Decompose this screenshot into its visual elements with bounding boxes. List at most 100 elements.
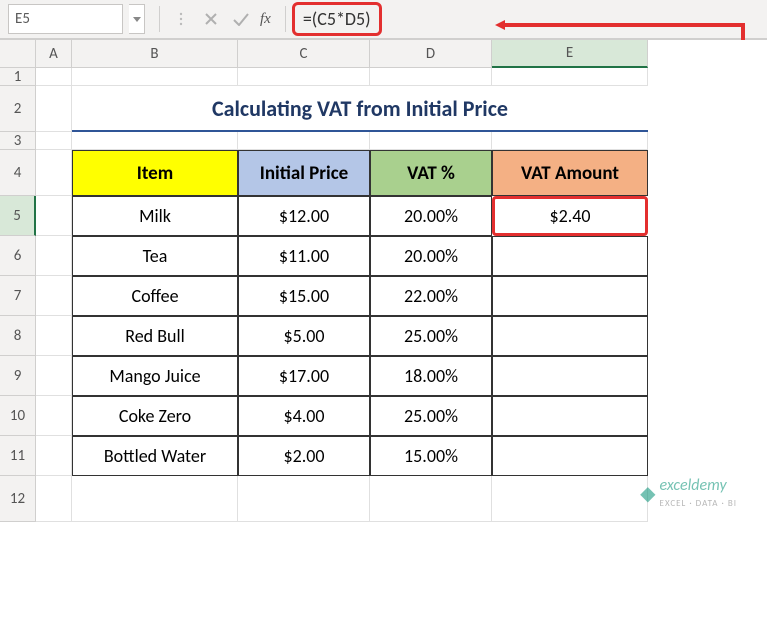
chevron-down-icon [133,17,141,22]
cell[interactable] [492,132,648,150]
divider [285,6,286,32]
col-header-C[interactable]: C [238,40,370,68]
row-7: 7 Coffee $15.00 22.00% [0,276,767,316]
cell[interactable] [238,68,370,86]
cell[interactable] [72,476,238,522]
cell[interactable] [36,86,72,132]
cell[interactable] [370,476,492,522]
row-9: 9 Mango Juice $17.00 18.00% [0,356,767,396]
row-header-11[interactable]: 11 [0,436,36,476]
formula-bar: E5 fx =(C5*D5) [0,0,767,40]
data-item[interactable]: Red Bull [72,316,238,356]
data-price[interactable]: $15.00 [238,276,370,316]
data-price[interactable]: $12.00 [238,196,370,236]
title-cell[interactable]: Calculating VAT from Initial Price [72,86,648,132]
watermark-tagline: EXCEL · DATA · BI [660,498,737,509]
cell[interactable] [370,132,492,150]
formula-input[interactable]: =(C5*D5) [292,2,382,36]
cell[interactable] [36,436,72,476]
data-price[interactable]: $17.00 [238,356,370,396]
cell[interactable] [238,132,370,150]
data-amount[interactable] [492,276,648,316]
cell[interactable] [36,68,72,86]
watermark-logo-icon: ◆ [640,481,655,506]
fx-label[interactable]: fx [260,11,271,28]
data-vat[interactable]: 15.00% [370,436,492,476]
name-box[interactable]: E5 [8,4,123,34]
header-amount[interactable]: VAT Amount [492,150,648,196]
cancel-icon[interactable] [196,4,226,34]
data-item[interactable]: Tea [72,236,238,276]
cell[interactable] [238,476,370,522]
col-header-A[interactable]: A [36,40,72,68]
cell[interactable] [36,196,72,236]
data-amount[interactable] [492,436,648,476]
data-amount[interactable] [492,316,648,356]
col-header-D[interactable]: D [370,40,492,68]
data-price[interactable]: $11.00 [238,236,370,276]
row-header-2[interactable]: 2 [0,86,36,132]
cell[interactable] [36,356,72,396]
divider [159,6,160,32]
cell[interactable] [36,316,72,356]
data-item[interactable]: Mango Juice [72,356,238,396]
col-header-B[interactable]: B [72,40,238,68]
cell[interactable] [36,236,72,276]
row-10: 10 Coke Zero $4.00 25.00% [0,396,767,436]
data-amount[interactable] [492,356,648,396]
data-vat[interactable]: 22.00% [370,276,492,316]
row-header-8[interactable]: 8 [0,316,36,356]
cell[interactable] [72,68,238,86]
header-vat[interactable]: VAT % [370,150,492,196]
row-header-6[interactable]: 6 [0,236,36,276]
name-box-dropdown[interactable] [129,4,145,34]
data-amount[interactable] [492,236,648,276]
cell[interactable] [492,476,648,522]
row-header-9[interactable]: 9 [0,356,36,396]
row-header-12[interactable]: 12 [0,476,36,522]
data-price[interactable]: $5.00 [238,316,370,356]
row-4-headers: 4 Item Initial Price VAT % VAT Amount [0,150,767,196]
row-6: 6 Tea $11.00 20.00% [0,236,767,276]
data-vat[interactable]: 18.00% [370,356,492,396]
worksheet: A B C D E 1 2 Calculating VAT from Initi… [0,40,767,522]
cell[interactable] [36,396,72,436]
data-price[interactable]: $4.00 [238,396,370,436]
select-all-corner[interactable] [0,40,36,68]
enter-icon[interactable] [226,4,256,34]
row-header-10[interactable]: 10 [0,396,36,436]
data-price[interactable]: $2.00 [238,436,370,476]
data-vat[interactable]: 25.00% [370,316,492,356]
column-headers-row: A B C D E [0,40,767,68]
row-3: 3 [0,132,767,150]
cell[interactable] [36,132,72,150]
header-item[interactable]: Item [72,150,238,196]
row-5: 5 Milk $12.00 20.00% $2.40 [0,196,767,236]
data-item[interactable]: Coffee [72,276,238,316]
cell[interactable] [36,476,72,522]
header-price[interactable]: Initial Price [238,150,370,196]
data-amount[interactable] [492,396,648,436]
data-vat[interactable]: 20.00% [370,196,492,236]
data-item[interactable]: Bottled Water [72,436,238,476]
row-header-7[interactable]: 7 [0,276,36,316]
active-cell-E5[interactable]: $2.40 [492,196,648,236]
cell[interactable] [36,150,72,196]
row-header-1[interactable]: 1 [0,68,36,86]
cell[interactable] [370,68,492,86]
cell[interactable] [492,68,648,86]
cell[interactable] [36,276,72,316]
dots-icon [166,4,196,34]
col-header-E[interactable]: E [492,40,648,68]
row-8: 8 Red Bull $5.00 25.00% [0,316,767,356]
data-vat[interactable]: 25.00% [370,396,492,436]
row-1: 1 [0,68,767,86]
data-item[interactable]: Milk [72,196,238,236]
row-header-5[interactable]: 5 [0,196,36,236]
row-header-3[interactable]: 3 [0,132,36,150]
data-vat[interactable]: 20.00% [370,236,492,276]
data-item[interactable]: Coke Zero [72,396,238,436]
watermark-brand: exceldemy [660,476,727,495]
cell[interactable] [72,132,238,150]
row-header-4[interactable]: 4 [0,150,36,196]
